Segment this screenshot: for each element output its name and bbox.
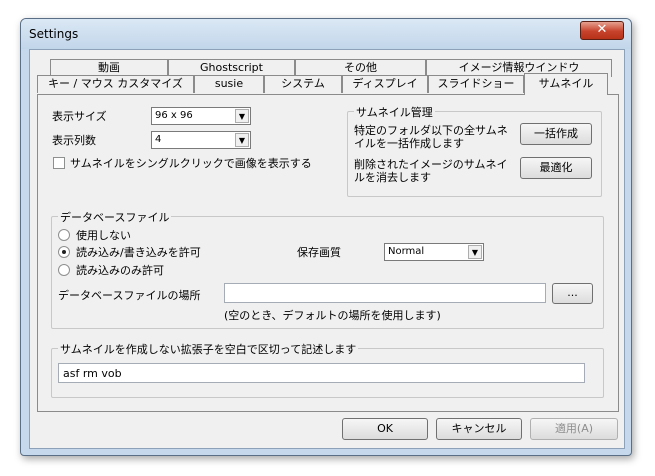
button-label: 適用(A) — [554, 422, 594, 435]
size-select[interactable]: 96 x 96 ▼ — [151, 107, 251, 125]
tab-key-mouse[interactable]: キー / マウス カスタマイズ — [37, 75, 194, 93]
tab-slideshow[interactable]: スライドショー — [428, 75, 524, 93]
columns-value: 4 — [155, 134, 162, 145]
button-label: ... — [567, 286, 578, 299]
apply-button[interactable]: 適用(A) — [530, 418, 618, 440]
quality-value: Normal — [388, 246, 425, 257]
size-label: 表示サイズ — [52, 110, 107, 123]
tab-label: ディスプレイ — [352, 77, 418, 90]
extensions-value: asf rm vob — [63, 367, 122, 380]
tab-label: システム — [281, 77, 325, 90]
quality-select[interactable]: Normal ▼ — [384, 243, 484, 261]
columns-label: 表示列数 — [52, 134, 96, 147]
db-option-readonly-radio[interactable] — [58, 264, 70, 276]
clean-thumbnails-text: 削除されたイメージのサムネイルを消去します — [354, 158, 508, 184]
close-button[interactable]: ✕ — [580, 21, 624, 40]
db-location-hint: (空のとき、デフォルトの場所を使用します) — [224, 309, 441, 322]
tab-label: その他 — [344, 61, 377, 74]
title-bar[interactable]: Settings ✕ — [21, 19, 631, 49]
db-location-input[interactable] — [224, 283, 546, 303]
button-label: キャンセル — [451, 422, 507, 435]
extensions-title: サムネイルを作成しない拡張子を空白で区切って記述します — [58, 341, 359, 357]
tab-display[interactable]: ディスプレイ — [342, 75, 428, 93]
window-title: Settings — [29, 27, 79, 41]
db-location-label: データベースファイルの場所 — [58, 289, 201, 302]
button-label: 一括作成 — [534, 127, 578, 140]
tab-susie[interactable]: susie — [194, 75, 264, 93]
extensions-group: サムネイルを作成しない拡張子を空白で区切って記述します asf rm vob — [51, 341, 604, 398]
single-click-checkbox[interactable] — [53, 157, 65, 169]
optimize-button[interactable]: 最適化 — [520, 157, 592, 179]
thumbnail-manage-title: サムネイル管理 — [354, 104, 435, 120]
thumbnail-manage-group: サムネイル管理 特定のフォルダ以下の全サムネイルを一括作成します 一括作成 削除… — [347, 104, 602, 197]
db-option-label: 読み込みのみ許可 — [76, 264, 164, 277]
size-value: 96 x 96 — [155, 110, 193, 121]
db-option-label: 読み込み/書き込みを許可 — [76, 246, 201, 259]
button-label: OK — [377, 422, 393, 435]
extensions-input[interactable]: asf rm vob — [58, 363, 585, 383]
tab-thumbnail[interactable]: サムネイル — [524, 73, 608, 95]
db-option-label: 使用しない — [76, 229, 131, 242]
db-option-disabled-radio[interactable] — [58, 229, 70, 241]
chevron-down-icon: ▼ — [468, 245, 482, 259]
dialog-body: 動画 Ghostscript その他 イメージ情報ウインドウ キー / マウス … — [29, 49, 625, 449]
tab-label: susie — [214, 77, 244, 90]
cancel-button[interactable]: キャンセル — [436, 418, 522, 440]
close-icon: ✕ — [596, 22, 608, 37]
chevron-down-icon: ▼ — [235, 133, 249, 147]
tab-label: キー / マウス カスタマイズ — [48, 77, 183, 90]
quality-label: 保存画質 — [297, 246, 341, 259]
tab-system[interactable]: システム — [264, 75, 342, 93]
columns-select[interactable]: 4 ▼ — [151, 131, 251, 149]
single-click-label: サムネイルをシングルクリックで画像を表示する — [70, 157, 312, 170]
db-option-readwrite-radio[interactable] — [58, 246, 70, 258]
tab-label: サムネイル — [538, 77, 594, 90]
thumbnail-panel: 表示サイズ 96 x 96 ▼ 表示列数 4 ▼ サムネイルをシングルクリックで… — [37, 94, 619, 412]
tab-label: 動画 — [98, 61, 120, 74]
ok-button[interactable]: OK — [342, 418, 428, 440]
tab-label: スライドショー — [437, 77, 515, 90]
database-title: データベースファイル — [58, 209, 172, 225]
bulk-create-text: 特定のフォルダ以下の全サムネイルを一括作成します — [354, 124, 508, 150]
tab-label: Ghostscript — [200, 61, 263, 74]
button-label: 最適化 — [539, 161, 573, 174]
settings-window: Settings ✕ 動画 Ghostscript その他 イメージ情報ウインド… — [20, 18, 632, 456]
bulk-create-button[interactable]: 一括作成 — [520, 123, 592, 145]
browse-button[interactable]: ... — [552, 283, 593, 304]
chevron-down-icon: ▼ — [235, 109, 249, 123]
database-group: データベースファイル 使用しない 読み込み/書き込みを許可 読み込みのみ許可 保… — [51, 209, 604, 329]
